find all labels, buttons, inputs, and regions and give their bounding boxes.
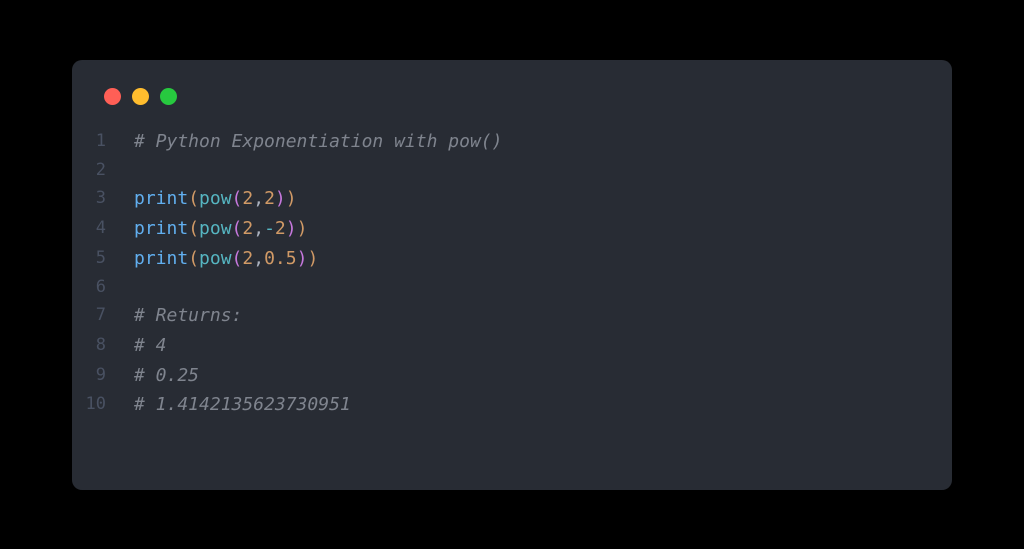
token-number: 2 bbox=[242, 218, 253, 239]
token-paren: ( bbox=[188, 188, 199, 209]
line-number: 4 bbox=[72, 214, 134, 244]
token-paren2: ( bbox=[232, 188, 243, 209]
token-paren: ) bbox=[297, 218, 308, 239]
token-op: - bbox=[264, 218, 275, 239]
token-comment: # 1.4142135623730951 bbox=[134, 394, 351, 415]
code-content: print(pow(2,-2)) bbox=[134, 214, 307, 244]
token-comment: # 0.25 bbox=[134, 365, 199, 386]
code-line: 2 bbox=[72, 156, 952, 184]
code-line: 3print(pow(2,2)) bbox=[72, 184, 952, 214]
code-content: print(pow(2,0.5)) bbox=[134, 244, 318, 274]
token-paren: ) bbox=[286, 188, 297, 209]
line-number: 7 bbox=[72, 301, 134, 331]
token-comma: , bbox=[253, 188, 264, 209]
token-comma: , bbox=[253, 218, 264, 239]
code-line: 7# Returns: bbox=[72, 301, 952, 331]
token-builtin: pow bbox=[199, 218, 232, 239]
code-content: print(pow(2,2)) bbox=[134, 184, 297, 214]
minimize-icon[interactable] bbox=[132, 88, 149, 105]
line-number: 8 bbox=[72, 331, 134, 361]
close-icon[interactable] bbox=[104, 88, 121, 105]
token-builtin: pow bbox=[199, 188, 232, 209]
token-comment: # Python Exponentiation with pow() bbox=[134, 131, 502, 152]
line-number: 9 bbox=[72, 361, 134, 391]
code-window: 1# Python Exponentiation with pow()23pri… bbox=[72, 60, 952, 490]
line-number: 5 bbox=[72, 244, 134, 274]
line-number: 1 bbox=[72, 127, 134, 157]
window-titlebar bbox=[72, 88, 952, 127]
token-builtin: pow bbox=[199, 248, 232, 269]
token-paren2: ) bbox=[275, 188, 286, 209]
token-paren2: ( bbox=[232, 218, 243, 239]
line-number: 3 bbox=[72, 184, 134, 214]
token-func: print bbox=[134, 188, 188, 209]
line-number: 2 bbox=[72, 156, 134, 184]
token-paren2: ) bbox=[286, 218, 297, 239]
code-editor: 1# Python Exponentiation with pow()23pri… bbox=[72, 127, 952, 421]
maximize-icon[interactable] bbox=[160, 88, 177, 105]
token-number: 2 bbox=[275, 218, 286, 239]
token-paren: ) bbox=[307, 248, 318, 269]
token-number: 2 bbox=[242, 248, 253, 269]
token-comma: , bbox=[253, 248, 264, 269]
token-func: print bbox=[134, 218, 188, 239]
token-number: 2 bbox=[264, 188, 275, 209]
code-line: 5print(pow(2,0.5)) bbox=[72, 244, 952, 274]
line-number: 10 bbox=[72, 390, 134, 420]
code-content: # Python Exponentiation with pow() bbox=[134, 127, 502, 157]
token-paren2: ) bbox=[297, 248, 308, 269]
token-comment: # Returns: bbox=[134, 305, 242, 326]
token-func: print bbox=[134, 248, 188, 269]
code-content: # Returns: bbox=[134, 301, 242, 331]
code-content: # 4 bbox=[134, 331, 167, 361]
code-line: 6 bbox=[72, 273, 952, 301]
code-line: 8# 4 bbox=[72, 331, 952, 361]
token-paren2: ( bbox=[232, 248, 243, 269]
token-paren: ( bbox=[188, 248, 199, 269]
token-number: 0.5 bbox=[264, 248, 297, 269]
token-number: 2 bbox=[242, 188, 253, 209]
token-paren: ( bbox=[188, 218, 199, 239]
code-line: 10# 1.4142135623730951 bbox=[72, 390, 952, 420]
token-comment: # 4 bbox=[134, 335, 167, 356]
line-number: 6 bbox=[72, 273, 134, 301]
code-line: 1# Python Exponentiation with pow() bbox=[72, 127, 952, 157]
code-line: 9# 0.25 bbox=[72, 361, 952, 391]
code-content: # 1.4142135623730951 bbox=[134, 390, 351, 420]
code-content: # 0.25 bbox=[134, 361, 199, 391]
code-line: 4print(pow(2,-2)) bbox=[72, 214, 952, 244]
